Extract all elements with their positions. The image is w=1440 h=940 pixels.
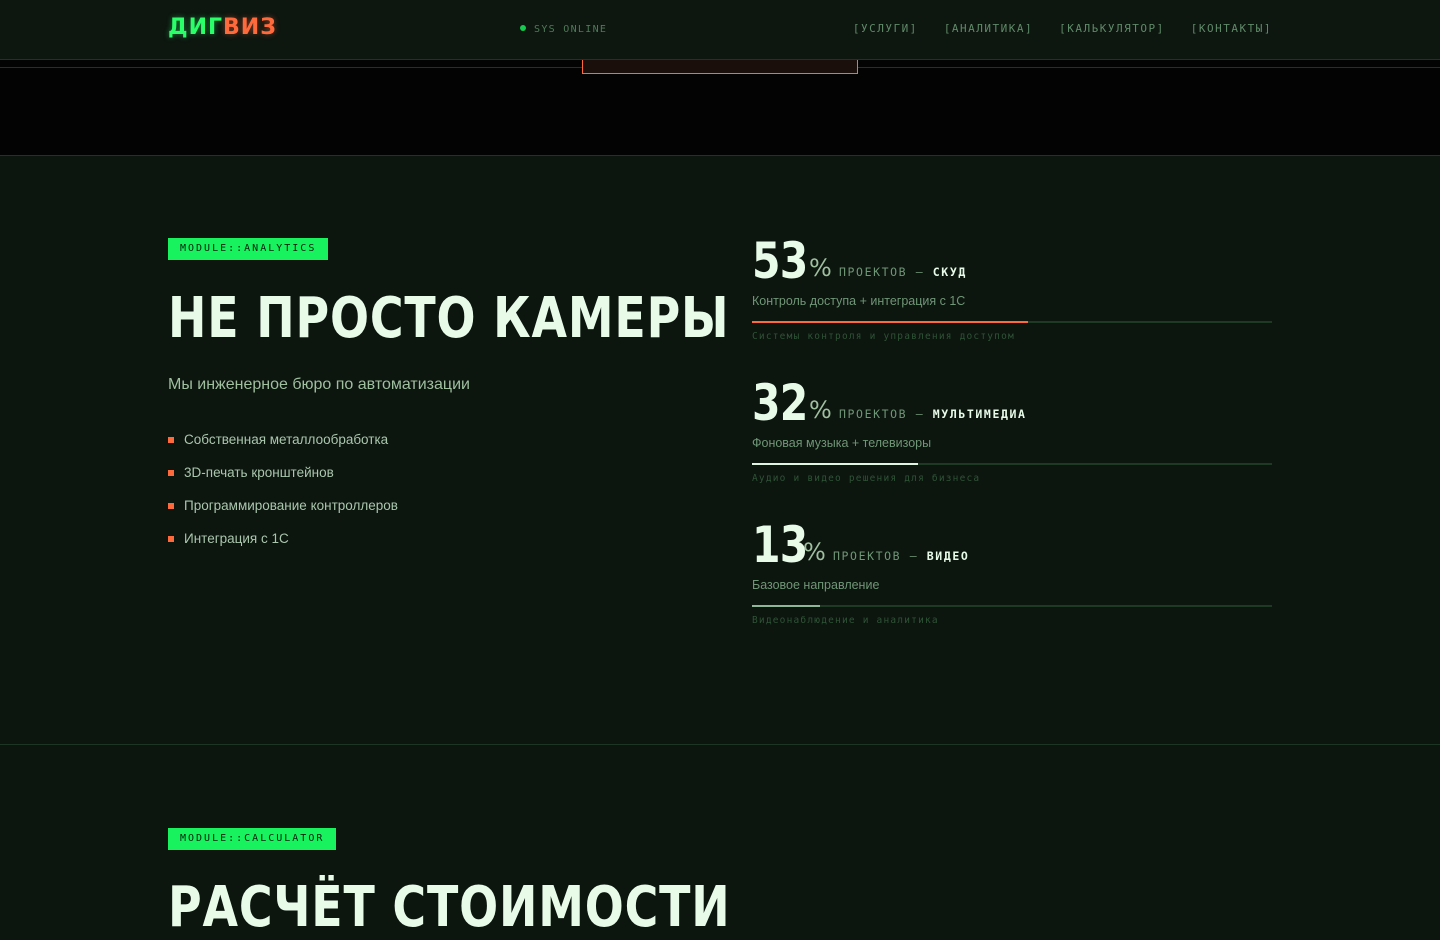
feature-list: Собственная металлообработка 3D-печать к… bbox=[168, 432, 398, 564]
logo[interactable]: ДИГВИЗ bbox=[168, 15, 277, 40]
stat-progress-track bbox=[752, 463, 1272, 465]
previous-section-bottom bbox=[0, 60, 1440, 156]
section-tag: MODULE::ANALYTICS bbox=[168, 238, 329, 260]
stat-label-strong: СКУД bbox=[932, 265, 967, 279]
analytics-section: MODULE::ANALYTICS НЕ ПРОСТО КАМЕРЫ Мы ин… bbox=[0, 156, 1440, 745]
bullet-square-icon bbox=[168, 536, 174, 542]
feature-text: Интеграция с 1С bbox=[184, 531, 289, 546]
section-title: НЕ ПРОСТО КАМЕРЫ bbox=[168, 286, 730, 351]
stat-label: ПРОЕКТОВ — ВИДЕО bbox=[833, 549, 969, 563]
stat-block-access-control: 53 % ПРОЕКТОВ — СКУД Контроль доступа + … bbox=[752, 232, 1272, 342]
list-item: Интеграция с 1С bbox=[168, 531, 398, 564]
nav-link-calculator[interactable]: [КАЛЬКУЛЯТОР] bbox=[1059, 22, 1165, 35]
nav-link-analytics[interactable]: [АНАЛИТИКА] bbox=[944, 22, 1033, 35]
status-dot-icon bbox=[520, 25, 526, 31]
stat-label-prefix: ПРОЕКТОВ — bbox=[839, 265, 925, 279]
stat-label-prefix: ПРОЕКТОВ — bbox=[839, 407, 925, 421]
stat-value: 32 bbox=[752, 374, 808, 432]
stat-note: Видеонаблюдение и аналитика bbox=[752, 615, 939, 626]
stat-label: ПРОЕКТОВ — СКУД bbox=[839, 265, 967, 279]
list-item: Собственная металлообработка bbox=[168, 432, 398, 465]
stat-block-multimedia: 32 % ПРОЕКТОВ — МУЛЬТИМЕДИА Фоновая музы… bbox=[752, 374, 1272, 484]
list-item: 3D-печать кронштейнов bbox=[168, 465, 398, 498]
stat-label-strong: МУЛЬТИМЕДИА bbox=[932, 407, 1027, 421]
main-nav: [УСЛУГИ] [АНАЛИТИКА] [КАЛЬКУЛЯТОР] [КОНТ… bbox=[853, 22, 1272, 35]
nav-link-services[interactable]: [УСЛУГИ] bbox=[853, 22, 918, 35]
divider-line-right bbox=[857, 67, 1440, 68]
stat-unit: % bbox=[809, 396, 832, 424]
stat-value: 13 bbox=[752, 516, 808, 574]
stat-progress-fill bbox=[752, 463, 919, 465]
stat-unit: % bbox=[809, 254, 832, 282]
nav-link-contacts[interactable]: [КОНТАКТЫ] bbox=[1191, 22, 1272, 35]
system-status: SYS ONLINE bbox=[520, 24, 607, 35]
stat-label: ПРОЕКТОВ — МУЛЬТИМЕДИА bbox=[839, 407, 1027, 421]
stat-unit: % bbox=[803, 538, 826, 566]
stat-label-prefix: ПРОЕКТОВ — bbox=[833, 549, 919, 563]
status-text: SYS ONLINE bbox=[534, 24, 608, 35]
feature-text: Программирование контроллеров bbox=[184, 498, 398, 513]
section-title: РАСЧЁТ СТОИМОСТИ bbox=[168, 875, 731, 940]
stat-progress-fill bbox=[752, 321, 1028, 323]
bullet-square-icon bbox=[168, 503, 174, 509]
stat-label-strong: ВИДЕО bbox=[926, 549, 970, 563]
logo-part-1: ДИГ bbox=[168, 15, 224, 40]
bullet-square-icon bbox=[168, 437, 174, 443]
divider-line-left bbox=[0, 67, 582, 68]
cta-button-edge[interactable] bbox=[582, 60, 858, 74]
stat-progress-track bbox=[752, 321, 1272, 323]
feature-text: Собственная металлообработка bbox=[184, 432, 389, 447]
calculator-section: MODULE::CALCULATOR РАСЧЁТ СТОИМОСТИ bbox=[0, 745, 1440, 940]
stat-description: Базовое направление bbox=[752, 578, 880, 592]
site-header: ДИГВИЗ SYS ONLINE [УСЛУГИ] [АНАЛИТИКА] [… bbox=[0, 0, 1440, 60]
feature-text: 3D-печать кронштейнов bbox=[184, 465, 334, 480]
stat-description: Контроль доступа + интеграция с 1С bbox=[752, 294, 966, 308]
section-subtitle: Мы инженерное бюро по автоматизации bbox=[168, 376, 470, 393]
bullet-square-icon bbox=[168, 470, 174, 476]
stat-value: 53 bbox=[752, 232, 808, 290]
logo-part-2: ВИЗ bbox=[223, 15, 277, 40]
stat-description: Фоновая музыка + телевизоры bbox=[752, 436, 932, 450]
stat-progress-fill bbox=[752, 605, 820, 607]
stat-note: Системы контроля и управления доступом bbox=[752, 331, 1015, 342]
section-tag: MODULE::CALCULATOR bbox=[168, 828, 337, 850]
stat-note: Аудио и видео решения для бизнеса bbox=[752, 473, 981, 484]
stat-block-video: 13 % ПРОЕКТОВ — ВИДЕО Базовое направлени… bbox=[752, 516, 1272, 626]
stat-progress-track bbox=[752, 605, 1272, 607]
list-item: Программирование контроллеров bbox=[168, 498, 398, 531]
